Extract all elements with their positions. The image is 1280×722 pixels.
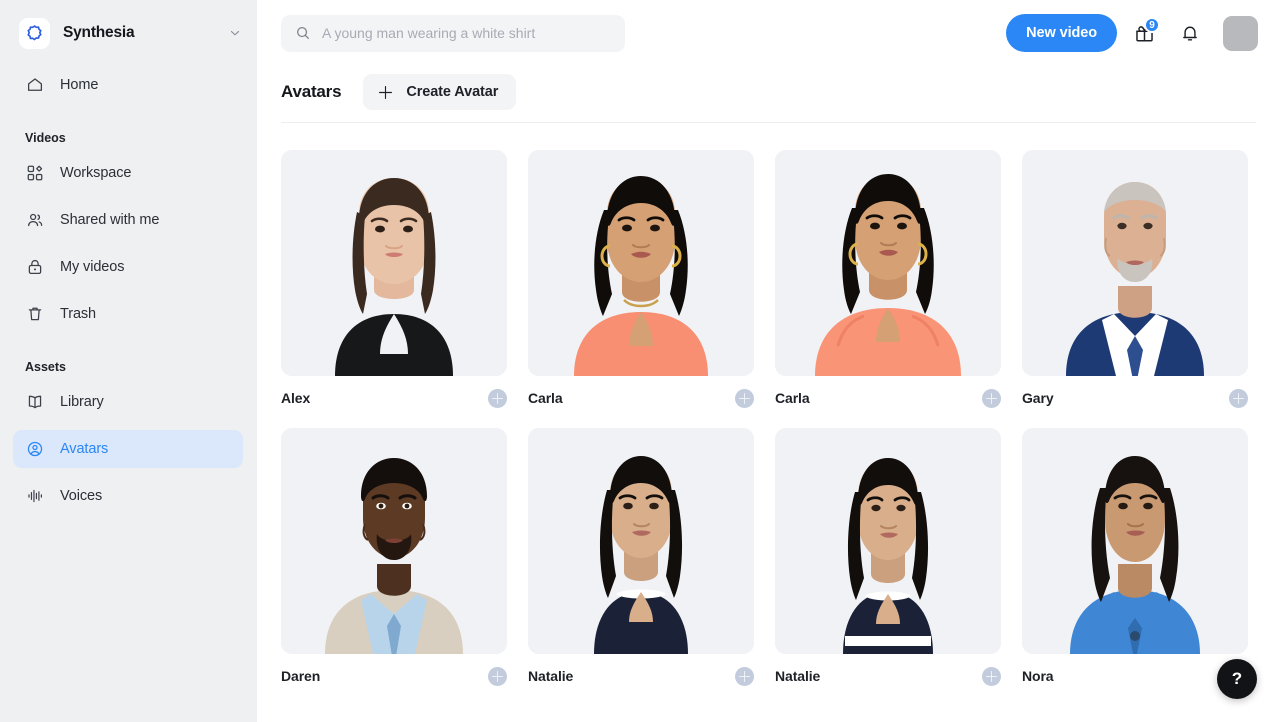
avatar-name: Gary [1022, 390, 1054, 406]
avatar-thumbnail[interactable] [1022, 150, 1248, 376]
avatar-thumbnail[interactable] [775, 150, 1001, 376]
workspace-switcher[interactable]: Synthesia [0, 0, 256, 66]
create-avatar-label: Create Avatar [406, 84, 499, 100]
sidebar-item-label: Shared with me [60, 212, 160, 228]
help-button[interactable]: ? [1217, 659, 1257, 699]
avatar-card: Carla [528, 150, 754, 414]
avatar-grid: Alex Carla Carla Gary Daren Natalie Nata… [257, 123, 1280, 692]
avatar-name: Nora [1022, 668, 1054, 684]
plus-circle-icon[interactable] [1229, 388, 1248, 408]
sidebar-group-title-assets: Assets [25, 360, 66, 374]
sidebar-item-label: Home [60, 77, 99, 93]
create-avatar-button[interactable]: Create Avatar [363, 74, 517, 110]
sidebar-nav: Home Videos Workspace Shared with me My … [0, 66, 256, 515]
search-bar[interactable] [281, 14, 625, 52]
sidebar-item-label: Workspace [60, 165, 132, 181]
page-header: Avatars Create Avatar [257, 66, 1280, 118]
waveform-icon [25, 486, 45, 506]
sidebar: Synthesia Home Videos Workspace Shared w… [0, 0, 256, 722]
sidebar-item-trash[interactable]: Trash [13, 295, 243, 333]
new-video-button[interactable]: New video [1006, 14, 1117, 52]
avatar-card-footer: Daren [281, 660, 507, 692]
plus-circle-icon[interactable] [735, 388, 754, 408]
users-icon [25, 210, 45, 230]
page-title: Avatars [281, 82, 342, 101]
avatar-card: Daren [281, 428, 507, 692]
avatar-name: Natalie [775, 668, 821, 684]
main-content: New video 9 [256, 0, 1280, 722]
plus-circle-icon[interactable] [488, 388, 507, 408]
avatar-thumbnail[interactable] [1022, 428, 1248, 654]
gift-badge-count: 9 [1144, 17, 1160, 33]
avatar-thumbnail[interactable] [528, 428, 754, 654]
user-avatar[interactable] [1223, 15, 1258, 51]
avatar-card-footer: Alex [281, 382, 507, 414]
plus-circle-icon[interactable] [982, 388, 1001, 408]
avatar-card: Nora [1022, 428, 1248, 692]
sidebar-item-label: Avatars [60, 441, 109, 457]
avatar-thumbnail[interactable] [281, 428, 507, 654]
avatar-name: Natalie [528, 668, 574, 684]
topbar-actions: New video 9 [1006, 14, 1258, 52]
grid-squares-icon [25, 163, 45, 183]
synthesia-logo-icon [19, 17, 50, 49]
avatar-card-footer: Carla [528, 382, 754, 414]
sidebar-item-label: Voices [60, 488, 103, 504]
avatar-card: Alex [281, 150, 507, 414]
gift-button[interactable]: 9 [1125, 14, 1163, 52]
lock-icon [25, 257, 45, 277]
sidebar-item-home[interactable]: Home [13, 66, 243, 104]
avatar-card: Gary [1022, 150, 1248, 414]
avatar-card: Natalie [775, 428, 1001, 692]
sidebar-item-library[interactable]: Library [13, 383, 243, 421]
search-input[interactable] [322, 25, 611, 41]
user-circle-icon [25, 439, 45, 459]
avatar-thumbnail[interactable] [281, 150, 507, 376]
sidebar-item-voices[interactable]: Voices [13, 477, 243, 515]
home-icon [25, 75, 45, 95]
plus-circle-icon[interactable] [488, 666, 507, 686]
avatar-name: Carla [775, 390, 810, 406]
sidebar-item-my-videos[interactable]: My videos [13, 248, 243, 286]
avatar-card: Carla [775, 150, 1001, 414]
chevron-down-icon[interactable] [228, 26, 242, 40]
avatar-card-footer: Nora [1022, 660, 1248, 692]
topbar: New video 9 [257, 0, 1280, 66]
trash-icon [25, 304, 45, 324]
book-icon [25, 392, 45, 412]
notifications-button[interactable] [1171, 14, 1209, 52]
avatar-name: Alex [281, 390, 311, 406]
sidebar-item-label: Library [60, 394, 104, 410]
sidebar-item-workspace[interactable]: Workspace [13, 154, 243, 192]
workspace-name: Synthesia [63, 24, 135, 41]
avatar-thumbnail[interactable] [528, 150, 754, 376]
avatar-card-footer: Natalie [775, 660, 1001, 692]
plus-circle-icon[interactable] [982, 666, 1001, 686]
avatar-card-footer: Gary [1022, 382, 1248, 414]
plus-circle-icon[interactable] [735, 666, 754, 686]
search-icon [295, 25, 311, 41]
plus-icon [377, 84, 394, 101]
sidebar-group-title-videos: Videos [25, 131, 66, 145]
sidebar-item-shared-with-me[interactable]: Shared with me [13, 201, 243, 239]
avatar-card-footer: Natalie [528, 660, 754, 692]
sidebar-item-avatars[interactable]: Avatars [13, 430, 243, 468]
avatar-card: Natalie [528, 428, 754, 692]
avatar-name: Daren [281, 668, 321, 684]
avatar-name: Carla [528, 390, 563, 406]
app-root: Synthesia Home Videos Workspace Shared w… [0, 0, 1280, 722]
question-mark-icon: ? [1231, 669, 1243, 688]
avatar-card-footer: Carla [775, 382, 1001, 414]
avatar-thumbnail[interactable] [775, 428, 1001, 654]
sidebar-item-label: Trash [60, 306, 97, 322]
sidebar-item-label: My videos [60, 259, 125, 275]
